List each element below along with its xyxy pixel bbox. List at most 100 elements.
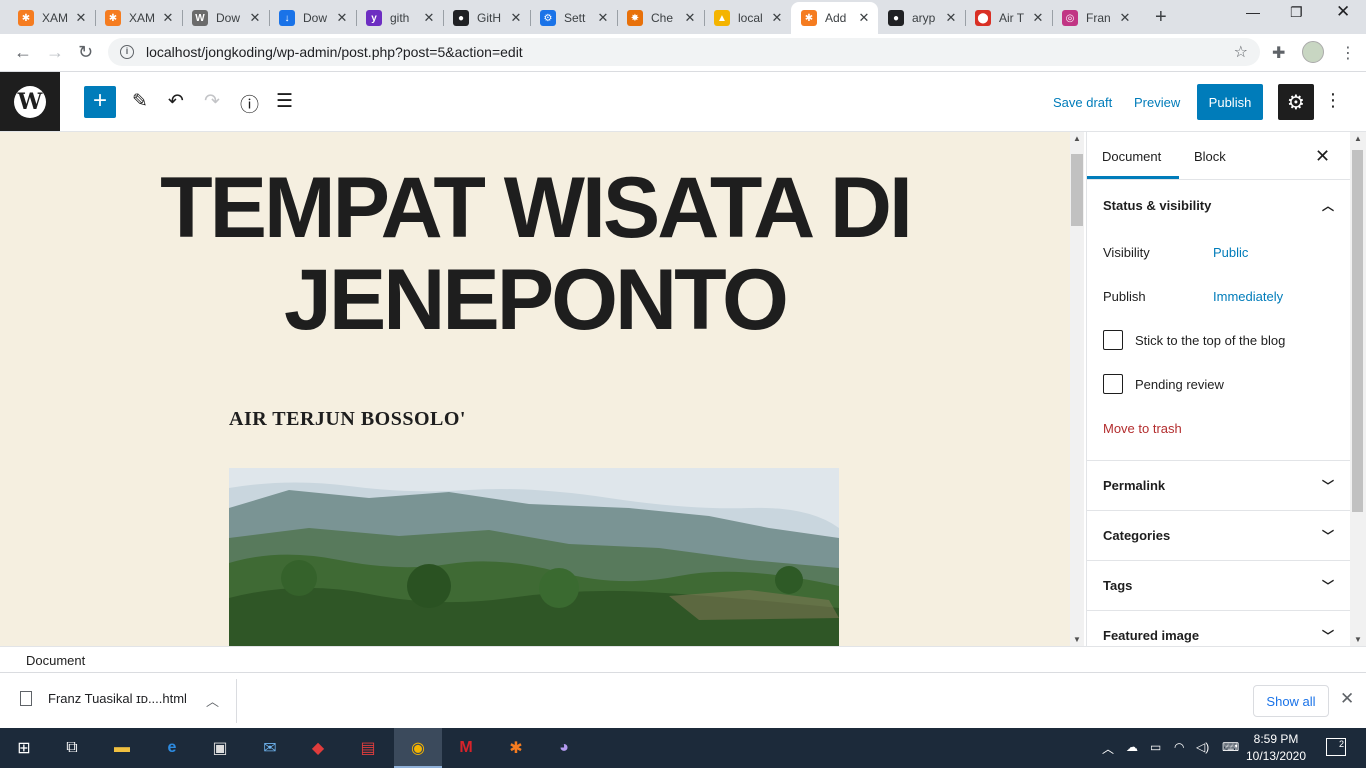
browser-menu-icon[interactable]: ⋮ — [1340, 43, 1356, 63]
block-navigation-icon[interactable]: ☰ — [276, 90, 293, 113]
edit-tools-icon[interactable]: ✎ — [132, 90, 148, 113]
xampp-icon[interactable]: ✱ — [504, 736, 528, 760]
show-all-button[interactable]: Show all — [1253, 685, 1329, 717]
tab-close-icon[interactable]: ✕ — [595, 10, 611, 26]
sticky-checkbox[interactable] — [1103, 330, 1123, 350]
tab-favicon-icon: ● — [453, 10, 469, 26]
tray-expand-icon[interactable]: ︿ — [1102, 740, 1114, 757]
pending-review-checkbox[interactable] — [1103, 374, 1123, 394]
window-close-button[interactable]: ✕ — [1336, 2, 1350, 22]
maximize-button[interactable]: ❐ — [1290, 4, 1303, 21]
new-tab-button[interactable]: + — [1155, 6, 1167, 29]
edge-icon[interactable]: e — [160, 736, 184, 760]
wifi-icon[interactable]: ◠ — [1174, 740, 1184, 754]
browser-tab[interactable]: ✱ Add ✕ — [791, 2, 878, 34]
download-item[interactable]: Franz Tuasikal ɪᴅ....html — [20, 691, 187, 706]
browser-tab[interactable]: ↓ Dow ✕ — [269, 2, 356, 34]
mcafee-icon[interactable]: M — [454, 736, 478, 760]
app-circle-icon[interactable]: ◕ — [552, 736, 576, 760]
tab-document[interactable]: Document — [1102, 149, 1161, 164]
visibility-toggle[interactable]: Public — [1213, 245, 1248, 260]
close-downloads-icon[interactable]: ✕ — [1340, 689, 1354, 709]
store-icon[interactable]: ▣ — [208, 736, 232, 760]
permalink-panel-header[interactable]: Permalink ﹀ — [1087, 460, 1350, 510]
settings-gear-icon[interactable]: ⚙ — [1278, 84, 1314, 120]
sticky-label[interactable]: Stick to the top of the blog — [1135, 333, 1285, 348]
browser-tab[interactable]: ✱ XAM ✕ — [95, 2, 182, 34]
sidebar-scrollbar[interactable]: ▲ ▼ — [1350, 132, 1366, 646]
heading-block[interactable]: AIR TERJUN BOSSOLO' — [229, 408, 466, 431]
forward-icon[interactable]: → — [46, 42, 64, 63]
browser-tab[interactable]: ● GitH ✕ — [443, 2, 530, 34]
reload-icon[interactable]: ↻ — [78, 42, 93, 63]
tags-panel-header[interactable]: Tags ﹀ — [1087, 560, 1350, 610]
add-block-button[interactable]: + — [84, 86, 116, 118]
preview-button[interactable]: Preview — [1134, 95, 1180, 110]
tab-close-icon[interactable]: ✕ — [160, 10, 176, 26]
close-sidebar-icon[interactable]: ✕ — [1315, 146, 1330, 167]
tab-close-icon[interactable]: ✕ — [421, 10, 437, 26]
minimize-button[interactable]: — — [1246, 4, 1260, 20]
more-options-icon[interactable]: ⋮ — [1324, 90, 1342, 111]
tab-close-icon[interactable]: ✕ — [943, 10, 959, 26]
image-block[interactable] — [229, 468, 839, 646]
tab-close-icon[interactable]: ✕ — [334, 10, 350, 26]
editor-scrollbar[interactable]: ▲ ▼ — [1070, 132, 1084, 646]
details-info-icon[interactable]: ⓘ — [240, 90, 259, 117]
browser-tab[interactable]: ● aryp ✕ — [878, 2, 965, 34]
battery-icon[interactable]: ▭ — [1150, 740, 1161, 754]
browser-tab[interactable]: y gith ✕ — [356, 2, 443, 34]
reader-icon[interactable]: ▤ — [356, 736, 380, 760]
chevron-down-icon: ﹀ — [1321, 529, 1334, 543]
tab-close-icon[interactable]: ✕ — [856, 10, 872, 26]
system-clock[interactable]: 8:59 PM 10/13/2020 — [1244, 731, 1308, 765]
notification-icon[interactable]: 2 — [1326, 738, 1346, 756]
chrome-icon[interactable]: ◉ — [406, 736, 430, 760]
tab-close-icon[interactable]: ✕ — [1117, 10, 1133, 26]
windows-start-icon[interactable]: ⊞ — [12, 736, 36, 760]
status-visibility-panel-header[interactable]: Status & visibility ︿ — [1087, 180, 1350, 230]
browser-tab[interactable]: ⚙ Sett ✕ — [530, 2, 617, 34]
volume-icon[interactable]: ◁) — [1196, 740, 1209, 754]
file-explorer-icon[interactable]: ▬ — [110, 736, 134, 760]
tab-label: XAM — [129, 11, 156, 25]
chevron-up-icon[interactable]: ︿ — [206, 691, 219, 710]
app-cube-icon[interactable]: ◆ — [306, 736, 330, 760]
post-title[interactable]: TEMPAT WISATA DI JENEPONTO — [60, 162, 1010, 346]
publish-date-toggle[interactable]: Immediately — [1213, 289, 1283, 304]
move-to-trash-button[interactable]: Move to trash — [1087, 406, 1350, 450]
featured-image-panel-header[interactable]: Featured image ﹀ — [1087, 610, 1350, 646]
tab-close-icon[interactable]: ✕ — [73, 10, 89, 26]
browser-tab[interactable]: W Dow ✕ — [182, 2, 269, 34]
browser-tab[interactable]: ⬤ Air T ✕ — [965, 2, 1052, 34]
task-view-icon[interactable]: ⧉ — [60, 736, 84, 760]
profile-avatar[interactable] — [1302, 41, 1324, 63]
cloud-icon[interactable]: ☁ — [1126, 740, 1138, 754]
keyboard-icon[interactable]: ⌨ — [1222, 740, 1239, 754]
undo-icon[interactable]: ↶ — [168, 90, 184, 113]
publish-button[interactable]: Publish — [1197, 84, 1263, 120]
browser-tab[interactable]: ◎ Fran ✕ — [1052, 2, 1139, 34]
site-info-icon[interactable]: i — [120, 45, 134, 59]
save-draft-button[interactable]: Save draft — [1053, 95, 1112, 110]
tab-close-icon[interactable]: ✕ — [1030, 10, 1046, 26]
tab-close-icon[interactable]: ✕ — [682, 10, 698, 26]
categories-panel-header[interactable]: Categories ﹀ — [1087, 510, 1350, 560]
browser-tab[interactable]: ✱ XAM ✕ — [8, 2, 95, 34]
browser-tab[interactable]: ✸ Che ✕ — [617, 2, 704, 34]
browser-tab[interactable]: ▲ local ✕ — [704, 2, 791, 34]
back-icon[interactable]: ← — [14, 42, 32, 63]
bookmark-star-icon[interactable]: ☆ — [1234, 42, 1248, 62]
tab-block[interactable]: Block — [1194, 149, 1226, 164]
pending-label[interactable]: Pending review — [1135, 377, 1224, 392]
redo-icon[interactable]: ↷ — [204, 90, 220, 113]
tab-close-icon[interactable]: ✕ — [769, 10, 785, 26]
tab-close-icon[interactable]: ✕ — [508, 10, 524, 26]
wordpress-logo-icon[interactable]: W — [0, 72, 60, 131]
mail-icon[interactable]: ✉ — [258, 736, 282, 760]
address-bar[interactable]: i localhost/jongkoding/wp-admin/post.php… — [108, 38, 1260, 66]
tab-close-icon[interactable]: ✕ — [247, 10, 263, 26]
block-breadcrumb[interactable]: Document — [0, 646, 1366, 672]
tab-label: GitH — [477, 11, 501, 25]
extensions-icon[interactable]: ✚ — [1272, 43, 1285, 63]
